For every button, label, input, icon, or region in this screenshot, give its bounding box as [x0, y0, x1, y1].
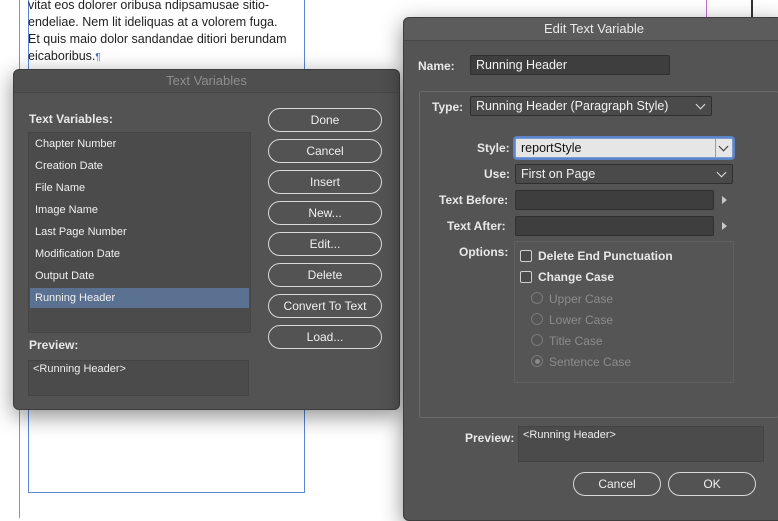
preview-value: <Running Header>	[523, 429, 616, 441]
preview-box: <Running Header>	[28, 360, 249, 396]
style-dropdown-value: reportStyle	[521, 141, 582, 155]
insert-button[interactable]: Insert	[268, 170, 382, 194]
preview-value: <Running Header>	[33, 363, 126, 375]
sentence-case-radio[interactable]	[531, 355, 543, 367]
body-text: vitat eos dolorer oribusa ndipsamusae si…	[28, 0, 308, 66]
pilcrow-icon: ¶	[95, 52, 101, 63]
name-field[interactable]: Running Header	[470, 55, 670, 75]
style-dropdown[interactable]: reportStyle	[515, 138, 733, 158]
text-line: Et quis maio dolor sandandae ditiori ber…	[28, 32, 287, 46]
title-case-radio[interactable]	[531, 334, 543, 346]
text-line: vitat eos dolorer oribusa ndipsamusae si…	[28, 0, 270, 12]
text-line-text: eicaboribus.	[28, 49, 96, 63]
text-frame-right-lower	[304, 408, 305, 493]
text-variables-dialog: Text Variables Text Variables: Chapter N…	[13, 69, 400, 410]
text-before-label: Text Before:	[439, 193, 509, 207]
edit-text-variable-dialog: Edit Text Variable Name: Running Header …	[403, 17, 778, 521]
use-dropdown-value: First on Page	[521, 167, 596, 181]
change-case-label: Change Case	[538, 270, 615, 284]
options-label: Options:	[459, 245, 509, 259]
list-item-selected[interactable]: Running Header	[30, 288, 249, 309]
convert-to-text-button[interactable]: Convert To Text	[268, 294, 382, 318]
lower-case-radio[interactable]	[531, 313, 543, 325]
preview-label: Preview:	[29, 338, 79, 352]
variables-list[interactable]: Chapter Number Creation Date File Name I…	[28, 132, 251, 333]
type-dropdown[interactable]: Running Header (Paragraph Style)	[470, 96, 712, 116]
use-dropdown[interactable]: First on Page	[515, 164, 733, 184]
done-button[interactable]: Done	[268, 108, 382, 132]
text-line: endeliae. Nem lit ideliquas at a volorem…	[28, 15, 278, 29]
chevron-down-icon	[695, 99, 706, 110]
name-label: Name:	[418, 59, 455, 73]
delete-end-punctuation-label: Delete End Punctuation	[538, 249, 673, 263]
lower-case-label: Lower Case	[549, 313, 614, 327]
text-after-field[interactable]	[515, 216, 714, 236]
chevron-down-icon	[718, 141, 729, 152]
change-case-checkbox[interactable]	[520, 271, 532, 283]
dropdown-divider	[715, 139, 716, 157]
upper-case-radio[interactable]	[531, 292, 543, 304]
style-label: Style:	[477, 141, 510, 155]
load-button[interactable]: Load...	[268, 325, 382, 349]
list-item[interactable]: Output Date	[30, 266, 249, 287]
cancel-button[interactable]: Cancel	[573, 472, 661, 496]
title-case-label: Title Case	[549, 334, 603, 348]
dialog-titlebar[interactable]: Text Variables	[14, 70, 399, 93]
delete-end-punctuation-checkbox[interactable]	[520, 250, 532, 262]
list-item[interactable]: Creation Date	[30, 156, 249, 177]
text-frame-bottom	[28, 492, 305, 493]
text-variables-label: Text Variables:	[29, 112, 113, 126]
insert-special-char-arrow-icon[interactable]	[722, 222, 727, 230]
list-item[interactable]: File Name	[30, 178, 249, 199]
ok-button[interactable]: OK	[668, 472, 756, 496]
text-after-label: Text After:	[447, 219, 506, 233]
upper-case-label: Upper Case	[549, 292, 614, 306]
type-dropdown-value: Running Header (Paragraph Style)	[476, 99, 669, 113]
list-item[interactable]: Modification Date	[30, 244, 249, 265]
dialog-titlebar[interactable]: Edit Text Variable	[404, 18, 778, 41]
preview-box: <Running Header>	[518, 426, 764, 462]
sentence-case-label: Sentence Case	[549, 355, 632, 369]
text-before-field[interactable]	[515, 190, 714, 210]
use-label: Use:	[484, 167, 511, 181]
edit-button[interactable]: Edit...	[268, 232, 382, 256]
new-button[interactable]: New...	[268, 201, 382, 225]
list-item[interactable]: Image Name	[30, 200, 249, 221]
list-item[interactable]: Last Page Number	[30, 222, 249, 243]
type-label: Type:	[432, 100, 464, 114]
chevron-down-icon	[716, 167, 727, 178]
text-line-last: eicaboribus.¶	[28, 48, 308, 66]
delete-button[interactable]: Delete	[268, 263, 382, 287]
text-frame-left-lower	[28, 408, 29, 493]
list-item[interactable]: Chapter Number	[30, 134, 249, 155]
cancel-button[interactable]: Cancel	[268, 139, 382, 163]
preview-label: Preview:	[465, 431, 515, 445]
insert-special-char-arrow-icon[interactable]	[722, 196, 727, 204]
